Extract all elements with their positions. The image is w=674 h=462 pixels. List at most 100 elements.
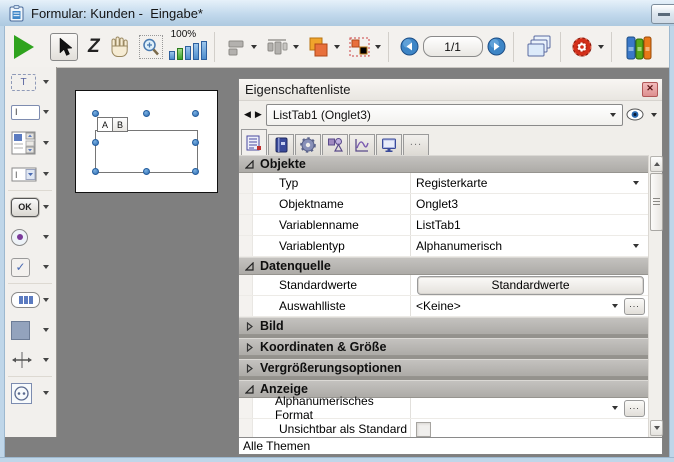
scroll-down-button[interactable] — [650, 420, 663, 436]
zoom-magnifier-button[interactable] — [139, 35, 163, 59]
button-dropdown-arrow[interactable] — [43, 205, 49, 209]
layer-dropdown-arrow[interactable] — [334, 45, 340, 49]
property-row-auswahlliste[interactable]: Auswahlliste <Keine> ... — [239, 296, 648, 317]
selection-handle-mid-left[interactable] — [92, 139, 99, 146]
radio-dropdown-arrow[interactable] — [43, 235, 49, 239]
format-ellipsis-button[interactable]: ... — [624, 400, 645, 417]
toolbox-edit-field[interactable]: I — [4, 97, 56, 127]
property-value-dropdown[interactable]: ... — [411, 398, 648, 418]
tab-details[interactable] — [268, 134, 294, 156]
selection-handle-top-right[interactable] — [192, 110, 199, 117]
toolbox-static-text[interactable]: T — [4, 67, 56, 97]
eye-icon[interactable] — [626, 108, 644, 121]
splitter-dropdown-arrow[interactable] — [43, 358, 49, 362]
combo-box-dropdown-arrow[interactable] — [43, 172, 49, 176]
options-gear-button[interactable] — [570, 35, 594, 59]
object-selector[interactable]: ListTab1 (Onglet3) — [266, 104, 623, 126]
tab-display[interactable] — [376, 134, 402, 156]
options-dropdown-arrow[interactable] — [598, 45, 604, 49]
minimize-button[interactable] — [651, 4, 674, 24]
pan-hand-button[interactable] — [108, 35, 131, 58]
tab-control-body[interactable] — [95, 130, 198, 173]
shape-dropdown-arrow[interactable] — [43, 328, 49, 332]
property-row-standardwerte[interactable]: Standardwerte Standardwerte — [239, 275, 648, 296]
property-row-unsichtbar[interactable]: Unsichtbar als Standard — [239, 419, 648, 437]
toolbox-button[interactable]: OK — [4, 192, 56, 222]
toolbox-list-box[interactable] — [4, 127, 56, 159]
selection-handle-mid-right[interactable] — [192, 139, 199, 146]
static-text-dropdown-arrow[interactable] — [43, 80, 49, 84]
list-box-dropdown-arrow[interactable] — [43, 141, 49, 145]
toolbox-shape[interactable] — [4, 315, 56, 345]
run-test-button[interactable] — [14, 35, 34, 59]
selection-handle-top-center[interactable] — [143, 110, 150, 117]
eye-dropdown-arrow[interactable] — [651, 113, 657, 117]
check-dropdown-arrow[interactable] — [43, 265, 49, 269]
scroll-thumb[interactable] — [650, 173, 663, 231]
section-vergroesserung[interactable]: Vergrößerungsoptionen — [239, 359, 648, 377]
zoom-level-control[interactable]: 100% — [169, 30, 207, 60]
value-dropdown-arrow[interactable] — [612, 406, 618, 410]
auswahlliste-ellipsis-button[interactable]: ... — [624, 298, 645, 315]
property-value-dropdown[interactable]: <Keine> ... — [411, 296, 648, 316]
align-dropdown-arrow[interactable] — [251, 45, 257, 49]
scroll-up-button[interactable] — [650, 156, 663, 172]
multi-select-button[interactable] — [348, 36, 371, 58]
edit-field-dropdown-arrow[interactable] — [43, 110, 49, 114]
property-value-dropdown[interactable]: Alphanumerisch — [411, 236, 648, 256]
distribute-dropdown-arrow[interactable] — [293, 45, 299, 49]
property-row-variablentyp[interactable]: Variablentyp Alphanumerisch — [239, 236, 648, 257]
tab-style-shapes[interactable] — [322, 134, 348, 156]
tab-control-tab-b[interactable]: B — [112, 117, 128, 132]
segmented-dropdown-arrow[interactable] — [43, 298, 49, 302]
property-row-variablenname[interactable]: Variablenname ListTab1 — [239, 215, 648, 236]
tab-general-list[interactable] — [241, 129, 267, 156]
tab-settings[interactable] — [295, 134, 321, 156]
next-page-button[interactable] — [487, 37, 506, 56]
toolbox-splitter[interactable] — [4, 345, 56, 375]
toolbox-segmented-control[interactable] — [4, 285, 56, 315]
pages-stack-button[interactable] — [525, 34, 553, 60]
section-bild[interactable]: Bild — [239, 317, 648, 335]
toolbox-socket-control[interactable] — [4, 378, 56, 408]
tab-more[interactable]: ... — [403, 134, 429, 156]
section-datenquelle[interactable]: Datenquelle — [239, 257, 648, 275]
selection-handle-bottom-center[interactable] — [143, 168, 150, 175]
prev-object-arrow[interactable]: ◀ — [244, 109, 252, 120]
selection-handle-bottom-left[interactable] — [92, 168, 99, 175]
multi-select-dropdown-arrow[interactable] — [375, 45, 381, 49]
catalog-books-button[interactable] — [625, 34, 653, 60]
tab-control-tab-a[interactable]: A — [97, 117, 113, 132]
property-row-typ[interactable]: Typ Registerkarte — [239, 173, 648, 194]
property-value-dropdown[interactable]: Registerkarte — [411, 173, 648, 193]
unsichtbar-checkbox[interactable] — [416, 422, 431, 437]
property-row-alphanumerisches-format[interactable]: Alphanumerisches Format ... — [239, 398, 648, 419]
value-dropdown-arrow[interactable] — [633, 244, 639, 248]
select-cursor-button[interactable] — [50, 33, 78, 61]
property-value-text[interactable]: ListTab1 — [411, 215, 648, 235]
section-objekte[interactable]: Objekte — [239, 155, 648, 173]
themes-filter-bar[interactable]: Alle Themen — [239, 437, 662, 454]
panel-close-button[interactable]: ✕ — [642, 82, 658, 97]
property-value-text[interactable]: Onglet3 — [411, 194, 648, 214]
section-koordinaten[interactable]: Koordinaten & Größe — [239, 338, 648, 356]
previous-page-button[interactable] — [400, 37, 419, 56]
standardwerte-button[interactable]: Standardwerte — [417, 276, 644, 295]
selection-handle-top-left[interactable] — [92, 110, 99, 117]
tab-chart[interactable] — [349, 134, 375, 156]
grid-scrollbar[interactable] — [648, 155, 662, 437]
value-dropdown-arrow[interactable] — [612, 304, 618, 308]
value-dropdown-arrow[interactable] — [633, 181, 639, 185]
toolbox-radio-button[interactable] — [4, 222, 56, 252]
page-indicator[interactable]: 1/1 — [423, 36, 483, 57]
align-tool-button[interactable] — [227, 37, 247, 57]
tab-order-button[interactable]: Z — [88, 36, 100, 58]
layer-order-button[interactable] — [307, 36, 330, 58]
toolbox-check-box[interactable]: ✓ — [4, 252, 56, 282]
property-row-objektname[interactable]: Objektname Onglet3 — [239, 194, 648, 215]
socket-dropdown-arrow[interactable] — [43, 391, 49, 395]
selection-handle-bottom-right[interactable] — [192, 168, 199, 175]
distribute-tool-button[interactable] — [265, 37, 289, 57]
toolbox-combo-box[interactable]: I — [4, 159, 56, 189]
next-object-arrow[interactable]: ▶ — [255, 109, 263, 120]
